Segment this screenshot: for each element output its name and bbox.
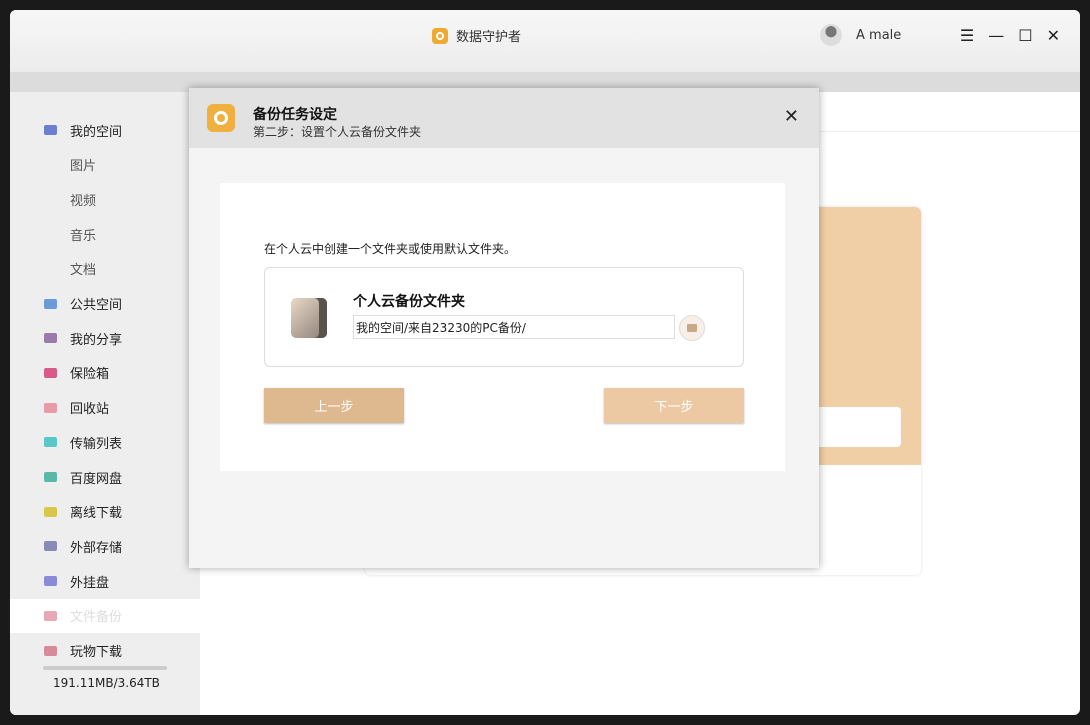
sidebar-item-label: 图片 bbox=[70, 159, 97, 175]
avatar[interactable] bbox=[820, 24, 842, 46]
backup-task-dialog: 备份任务设定 第二步：设置个人云备份文件夹 ✕ 在个人云中创建一个文件夹或使用默… bbox=[189, 88, 819, 568]
sidebar-item[interactable]: 文档 bbox=[10, 252, 200, 286]
user-account[interactable]: A male bbox=[820, 24, 901, 46]
sidebar-item-icon bbox=[44, 506, 57, 517]
app-logo-icon bbox=[432, 27, 448, 44]
sidebar-item-label: 音乐 bbox=[70, 228, 97, 244]
folder-box: 个人云备份文件夹 我的空间/来自23230的PC备份/ bbox=[264, 267, 744, 367]
sidebar-item-label: 离线下载 bbox=[70, 506, 123, 522]
sidebar-item[interactable]: 传输列表 bbox=[10, 425, 200, 459]
sidebar-item-label: 文档 bbox=[70, 263, 97, 279]
sidebar-item-icon bbox=[44, 367, 57, 378]
sidebar-item[interactable]: 图片 bbox=[10, 148, 200, 182]
cloud-device-icon bbox=[291, 298, 327, 338]
sidebar-item-icon bbox=[44, 472, 57, 482]
sidebar-item[interactable]: 视频 bbox=[10, 182, 200, 216]
sidebar-item-icon bbox=[44, 437, 57, 448]
sidebar-item-icon bbox=[44, 298, 57, 309]
close-icon[interactable]: ✕ bbox=[784, 106, 799, 127]
sidebar-item-icon bbox=[44, 333, 57, 344]
sidebar-item[interactable]: 音乐 bbox=[10, 217, 200, 251]
sidebar-item-icon bbox=[44, 645, 57, 656]
sidebar-item[interactable]: 外挂盘 bbox=[10, 564, 200, 598]
folder-path-input[interactable]: 我的空间/来自23230的PC备份/ bbox=[353, 315, 675, 339]
dialog-title: 备份任务设定 bbox=[253, 107, 337, 123]
dialog-header: 备份任务设定 第二步：设置个人云备份文件夹 ✕ bbox=[189, 88, 819, 148]
sidebar-item[interactable]: 玩物下载 bbox=[10, 634, 200, 668]
sidebar-item[interactable]: 外部存储 bbox=[10, 529, 200, 563]
sidebar-item-label: 我的空间 bbox=[70, 124, 123, 140]
sidebar-item-label: 传输列表 bbox=[70, 436, 123, 452]
app-logo-icon bbox=[207, 104, 235, 132]
sidebar-item[interactable]: 离线下载 bbox=[10, 495, 200, 529]
next-step-button[interactable]: 下一步 bbox=[604, 388, 744, 423]
sidebar-item-label: 玩物下载 bbox=[70, 645, 123, 660]
title-bar: 数据守护者 A male ☰ — ☐ ✕ bbox=[10, 10, 1080, 72]
browse-folder-button[interactable] bbox=[679, 315, 705, 341]
sidebar-item-icon bbox=[44, 576, 57, 587]
sidebar-item-label: 外部存储 bbox=[70, 540, 123, 556]
folder-icon bbox=[687, 324, 697, 332]
dialog-subtitle: 第二步：设置个人云备份文件夹 bbox=[253, 125, 422, 139]
close-icon[interactable]: ✕ bbox=[1047, 26, 1060, 45]
sidebar-item[interactable]: 我的分享 bbox=[10, 321, 200, 355]
sidebar-item[interactable]: 我的空间 bbox=[10, 113, 200, 147]
sidebar-item-label: 回收站 bbox=[70, 402, 110, 418]
sidebar-item-label: 保险箱 bbox=[70, 367, 110, 383]
sidebar-item-label: 公共空间 bbox=[70, 298, 123, 313]
minimize-icon[interactable]: — bbox=[988, 26, 1004, 45]
sidebar-item-icon bbox=[44, 541, 57, 552]
sidebar-item[interactable]: 百度网盘 bbox=[10, 460, 200, 494]
sidebar-item-icon bbox=[44, 125, 57, 135]
sidebar: 191.11MB/3.64TB 我的空间图片视频音乐文档公共空间我的分享保险箱回… bbox=[10, 92, 200, 715]
user-name[interactable]: A male bbox=[856, 28, 901, 43]
folder-title: 个人云备份文件夹 bbox=[353, 294, 465, 310]
sidebar-item-label: 文件备份 bbox=[70, 610, 123, 626]
menu-icon[interactable]: ☰ bbox=[960, 26, 974, 45]
dialog-card: 在个人云中创建一个文件夹或使用默认文件夹。 个人云备份文件夹 我的空间/来自23… bbox=[220, 183, 785, 471]
app-title-text: 数据守护者 bbox=[456, 30, 522, 45]
sidebar-item[interactable]: 保险箱 bbox=[10, 356, 200, 390]
sidebar-item-label: 我的分享 bbox=[70, 332, 123, 348]
storage-usage-text: 191.11MB/3.64TB bbox=[53, 676, 160, 690]
sidebar-item[interactable]: 回收站 bbox=[10, 391, 200, 425]
sidebar-item-icon bbox=[44, 610, 57, 621]
sidebar-item[interactable]: 文件备份 bbox=[10, 598, 200, 633]
sidebar-item-label: 视频 bbox=[70, 193, 97, 209]
sidebar-item-label: 外挂盘 bbox=[70, 575, 110, 591]
previous-step-button[interactable]: 上一步 bbox=[264, 388, 404, 423]
app-window: 数据守护者 A male ☰ — ☐ ✕ 191.11MB/3.64TB 我的空… bbox=[10, 10, 1080, 715]
sidebar-item[interactable]: 公共空间 bbox=[10, 287, 200, 321]
sidebar-item-icon bbox=[44, 402, 57, 413]
maximize-icon[interactable]: ☐ bbox=[1018, 26, 1032, 45]
sidebar-item-label: 百度网盘 bbox=[70, 471, 123, 487]
hint-text: 在个人云中创建一个文件夹或使用默认文件夹。 bbox=[264, 242, 517, 256]
app-title: 数据守护者 bbox=[432, 26, 521, 45]
